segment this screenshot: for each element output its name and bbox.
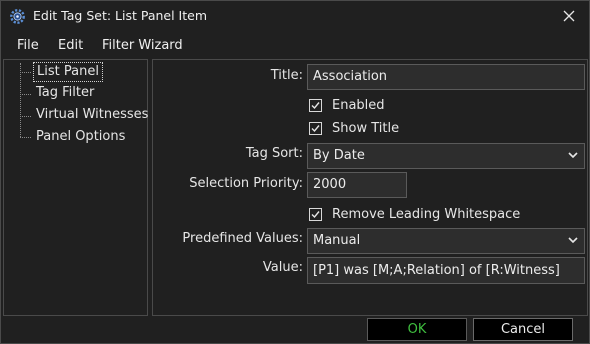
predefined-values-value: Manual [313, 233, 361, 248]
form-panel: Title: Association Enabled Show Title Ta… [152, 59, 588, 316]
predefined-values-select[interactable]: Manual [307, 228, 585, 254]
tag-sort-select[interactable]: By Date [307, 143, 585, 169]
title-label: Title: [270, 68, 303, 83]
chevron-down-icon [568, 152, 578, 159]
selection-priority-label: Selection Priority: [189, 176, 303, 191]
value-label: Value: [262, 260, 303, 275]
menu-edit[interactable]: Edit [58, 38, 83, 53]
title-bar: Edit Tag Set: List Panel Item [1, 1, 589, 32]
checkmark-icon [311, 102, 320, 110]
predefined-values-label: Predefined Values: [182, 231, 303, 246]
tree-panel: List Panel Tag Filter Virtual Witnesses … [3, 59, 148, 316]
tree-connector [20, 137, 31, 138]
tree-connector [20, 94, 31, 95]
show-title-label: Show Title [332, 121, 400, 136]
tree-item-virtual-witnesses[interactable]: Virtual Witnesses [33, 105, 151, 125]
close-button[interactable] [549, 1, 589, 32]
tree-item-panel-options[interactable]: Panel Options [33, 127, 128, 147]
menu-file[interactable]: File [17, 38, 39, 53]
window-title: Edit Tag Set: List Panel Item [33, 8, 207, 23]
tag-sort-value: By Date [313, 148, 365, 163]
ok-button[interactable]: OK [367, 318, 467, 341]
value-input[interactable]: [P1] was [M;A;Relation] of [R:Witness] [307, 257, 585, 284]
menu-bar: File Edit Filter Wizard [1, 34, 589, 58]
checkmark-icon [311, 125, 320, 133]
chevron-down-icon [568, 237, 578, 244]
remove-whitespace-checkbox[interactable] [309, 208, 322, 221]
enabled-checkbox[interactable] [309, 99, 322, 112]
title-input[interactable]: Association [307, 64, 585, 90]
show-title-checkbox[interactable] [309, 122, 322, 135]
gear-app-icon [9, 8, 26, 25]
selection-priority-input[interactable]: 2000 [307, 172, 407, 198]
dialog-window: Edit Tag Set: List Panel Item File Edit … [0, 0, 590, 344]
enabled-label: Enabled [332, 98, 385, 113]
tree-item-list-panel[interactable]: List Panel [33, 62, 103, 82]
tree-connector [20, 63, 21, 137]
close-icon [563, 10, 575, 22]
tree-item-tag-filter[interactable]: Tag Filter [33, 83, 97, 103]
remove-whitespace-label: Remove Leading Whitespace [332, 207, 521, 222]
cancel-button[interactable]: Cancel [473, 318, 573, 341]
menu-filter-wizard[interactable]: Filter Wizard [102, 38, 183, 53]
tag-sort-label: Tag Sort: [245, 146, 303, 161]
checkmark-icon [311, 211, 320, 219]
tree-connector [20, 72, 31, 73]
tree-connector [20, 116, 31, 117]
